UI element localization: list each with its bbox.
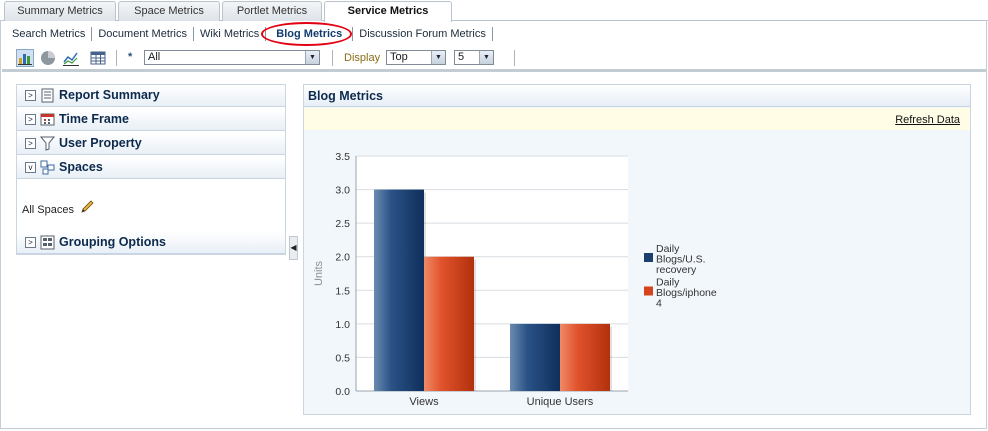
display-mode-value: Top — [390, 51, 408, 63]
bar-chart-icon[interactable] — [16, 49, 34, 67]
legend-swatch — [644, 253, 653, 262]
panel-title: Blog Metrics — [308, 89, 384, 103]
filter-icon — [39, 136, 56, 151]
grouping-icon — [40, 235, 55, 250]
y-tick-label: 3.5 — [335, 151, 350, 163]
collapse-panel-handle[interactable]: ◀ — [289, 236, 298, 260]
expand-icon[interactable]: > — [25, 138, 36, 149]
blog-metrics-chart: 0.0 0.5 1.0 1.5 2.0 2.5 3.0 3.5 Units Views Unique… — [313, 151, 717, 408]
section-grouping-options[interactable]: > Grouping Options — [17, 232, 285, 254]
y-tick-label: 0.0 — [335, 386, 350, 398]
section-title: Time Frame — [59, 112, 129, 126]
highlight-ring — [261, 22, 352, 46]
expand-icon[interactable]: > — [25, 90, 36, 101]
metric-filter-value: All — [148, 51, 161, 63]
line-chart-icon[interactable] — [62, 49, 80, 67]
toolbar-separator — [116, 50, 117, 66]
section-user-property[interactable]: > User Property — [17, 133, 285, 155]
section-title: User Property — [59, 136, 142, 150]
section-title: Grouping Options — [59, 235, 166, 249]
section-spaces[interactable]: v Spaces — [17, 157, 285, 179]
section-time-frame[interactable]: > Time Frame — [17, 109, 285, 131]
chart-toolbar: * All ▼ Display Top ▼ 5 ▼ — [14, 48, 534, 68]
spaces-icon — [40, 160, 55, 175]
tab-space-metrics[interactable]: Space Metrics — [118, 1, 220, 21]
collapse-icon[interactable]: v — [25, 162, 36, 173]
bar — [424, 256, 474, 391]
toolbar-separator — [514, 50, 515, 66]
chevron-down-icon: ▼ — [479, 51, 493, 64]
x-tick-label: Views — [409, 396, 439, 408]
sub-tab-bar: Search Metrics Document Metrics Wiki Met… — [6, 24, 493, 44]
report-options-panel: > Report Summary > Time Frame > User Pro… — [16, 84, 286, 255]
y-tick-label: 1.0 — [335, 319, 350, 331]
display-count-value: 5 — [458, 51, 465, 63]
spaces-value: All Spaces — [22, 204, 74, 216]
y-tick-label: 2.0 — [335, 252, 350, 264]
required-asterisk: * — [128, 51, 133, 63]
y-tick-label: 0.5 — [335, 352, 350, 364]
bar — [560, 323, 610, 391]
toolbar-divider — [2, 69, 986, 72]
panel-header: Blog Metrics — [304, 85, 970, 107]
calendar-icon — [40, 112, 55, 127]
subtab-discussion-forum-metrics[interactable]: Discussion Forum Metrics — [353, 27, 493, 41]
report-icon — [40, 88, 55, 103]
section-title: Spaces — [59, 160, 103, 174]
chevron-down-icon: ▼ — [431, 51, 445, 64]
toolbar-separator — [332, 50, 333, 66]
section-report-summary[interactable]: > Report Summary — [17, 85, 285, 107]
table-view-icon[interactable] — [89, 49, 107, 67]
top-tab-bar: Summary Metrics Space Metrics Portlet Me… — [0, 0, 988, 22]
bar — [510, 323, 560, 391]
display-count-select[interactable]: 5 ▼ — [454, 50, 494, 65]
metric-filter-select[interactable]: All ▼ — [144, 50, 320, 65]
y-axis-label: Units — [313, 260, 325, 286]
y-tick-label: 3.0 — [335, 185, 350, 197]
expand-icon[interactable]: > — [25, 237, 36, 248]
refresh-data-link[interactable]: Refresh Data — [895, 114, 960, 126]
expand-icon[interactable]: > — [25, 114, 36, 125]
legend-label: Daily Blogs/U.S. recovery — [656, 243, 706, 276]
legend-swatch — [644, 286, 653, 296]
subtab-wiki-metrics[interactable]: Wiki Metrics — [194, 27, 267, 41]
edit-pencil-icon[interactable] — [79, 199, 95, 215]
pie-chart-icon[interactable] — [39, 49, 57, 67]
display-mode-select[interactable]: Top ▼ — [386, 50, 446, 65]
display-label: Display — [344, 52, 381, 64]
bar — [374, 189, 424, 391]
subtab-search-metrics[interactable]: Search Metrics — [6, 27, 93, 41]
x-tick-label: Unique Users — [527, 396, 594, 408]
panel-action-strip: Refresh Data — [304, 108, 970, 130]
y-tick-label: 1.5 — [335, 285, 350, 297]
tab-portlet-metrics[interactable]: Portlet Metrics — [222, 1, 322, 21]
section-title: Report Summary — [59, 88, 160, 102]
legend-label: Daily Blogs/iphone 4 — [656, 277, 717, 310]
y-tick-label: 2.5 — [335, 218, 350, 230]
blog-metrics-panel: Blog Metrics Refresh Data 0.0 0.5 1.0 1.5 2.… — [303, 84, 971, 415]
tab-summary-metrics[interactable]: Summary Metrics — [4, 1, 116, 21]
tab-service-metrics[interactable]: Service Metrics — [324, 1, 452, 22]
chevron-down-icon: ▼ — [305, 51, 319, 64]
subtab-document-metrics[interactable]: Document Metrics — [92, 27, 194, 41]
